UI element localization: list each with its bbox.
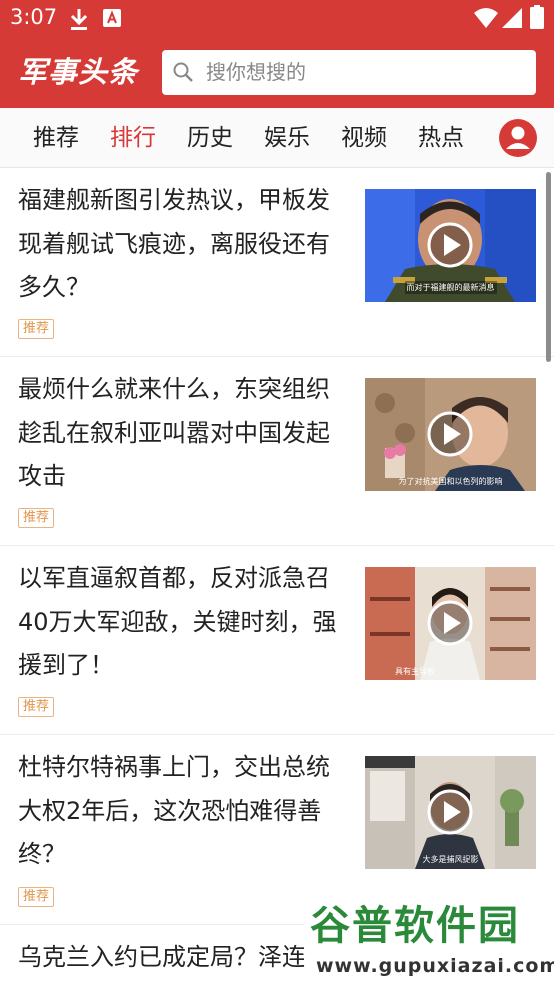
- app-logo: 军事头条: [18, 55, 139, 89]
- recommend-badge: 推荐: [18, 697, 55, 717]
- tab-history[interactable]: 历史: [187, 122, 233, 154]
- signal-icon: [502, 8, 522, 28]
- news-item[interactable]: 最烦什么就来什么，东突组织趁乱在叙利亚叫嚣对中国发起攻击 推荐 为了对抗美国和以…: [0, 357, 554, 546]
- thumb-caption: 而对于福建舰的最新消息: [406, 283, 495, 292]
- recommend-badge: 推荐: [18, 319, 55, 339]
- tab-hot[interactable]: 热点: [418, 122, 464, 154]
- status-bar: 3:07: [0, 0, 554, 36]
- news-item[interactable]: 福建舰新图引发热议，甲板发现着舰试飞痕迹，离服役还有多久？ 推荐 而对于福建舰的…: [0, 169, 554, 357]
- tab-entertainment[interactable]: 娱乐: [264, 122, 310, 154]
- wifi-icon: [474, 8, 498, 28]
- scrollbar[interactable]: [546, 172, 551, 362]
- news-title: 以军直逼叙首都，反对派急召40万大军迎敌，关键时刻，强援到了！: [18, 564, 337, 679]
- recommend-badge: 推荐: [18, 508, 55, 528]
- site-watermark: 谷普软件园 www.gupuxiazai.com: [304, 896, 554, 984]
- thumb-caption: 大多是捕风捉影: [422, 855, 479, 864]
- news-title: 最烦什么就来什么，东突组织趁乱在叙利亚叫嚣对中国发起攻击: [18, 375, 330, 490]
- search-bar[interactable]: 搜你想搜的: [162, 50, 536, 95]
- category-tabs: 推荐 排行 历史 娱乐 视频 热点: [0, 108, 554, 168]
- news-title: 福建舰新图引发热议，甲板发现着舰试飞痕迹，离服役还有多久？: [18, 186, 330, 301]
- video-thumbnail[interactable]: 大多是捕风捉影: [365, 756, 536, 869]
- watermark-name: 谷普软件园: [310, 903, 520, 949]
- a-letter-icon: [103, 9, 121, 27]
- thumb-caption: 为了对抗美国和以色列的影响: [398, 477, 503, 486]
- news-title: 杜特尔特祸事上门，交出总统大权2年后，这次恐怕难得善终？: [18, 753, 330, 868]
- tab-ranking[interactable]: 排行: [110, 122, 156, 154]
- tab-video[interactable]: 视频: [341, 122, 387, 154]
- thumb-caption: 具有主导权: [395, 667, 435, 676]
- tab-recommend[interactable]: 推荐: [33, 122, 79, 154]
- search-placeholder: 搜你想搜的: [206, 60, 306, 84]
- search-icon: [173, 62, 193, 82]
- battery-icon: [530, 5, 544, 29]
- user-avatar-icon[interactable]: [498, 118, 538, 158]
- video-thumbnail[interactable]: 具有主导权: [365, 567, 536, 680]
- video-thumbnail[interactable]: 为了对抗美国和以色列的影响: [365, 378, 536, 491]
- recommend-badge: 推荐: [18, 887, 55, 907]
- news-item[interactable]: 以军直逼叙首都，反对派急召40万大军迎敌，关键时刻，强援到了！ 推荐 具有主导权: [0, 546, 554, 735]
- video-thumbnail[interactable]: 而对于福建舰的最新消息: [365, 189, 536, 302]
- watermark-url: www.gupuxiazai.com: [316, 955, 554, 977]
- download-icon: [70, 9, 88, 30]
- status-time: 3:07: [10, 5, 58, 29]
